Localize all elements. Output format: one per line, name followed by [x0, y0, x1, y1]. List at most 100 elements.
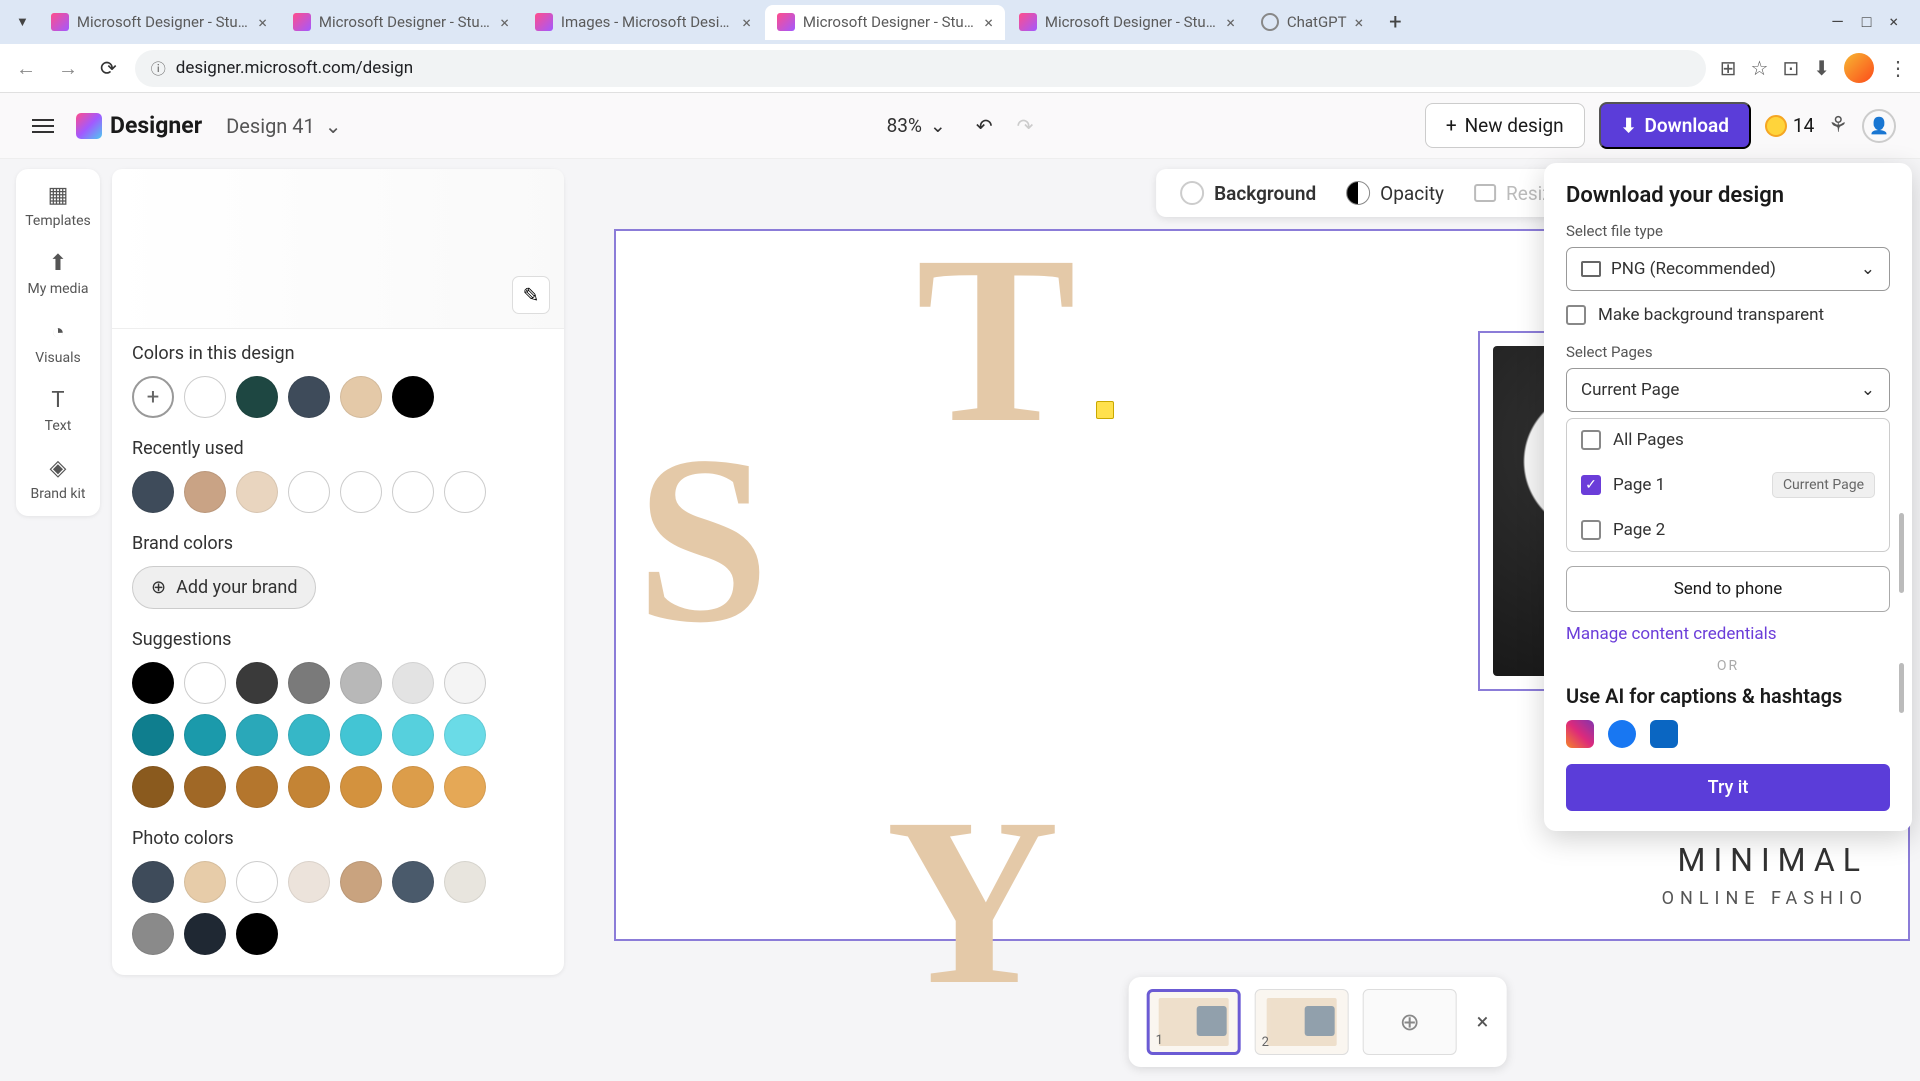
color-swatch[interactable]: [340, 662, 382, 704]
browser-tab[interactable]: Microsoft Designer - Stunning ×: [1007, 5, 1247, 40]
tab-search-dropdown[interactable]: ▼: [8, 14, 37, 30]
color-swatch[interactable]: [132, 913, 174, 955]
address-bar[interactable]: ⓘ designer.microsoft.com/design: [135, 50, 1706, 87]
zoom-dropdown[interactable]: 83% ⌄: [887, 114, 946, 137]
rail-text[interactable]: T Text: [16, 388, 100, 434]
color-swatch[interactable]: [392, 662, 434, 704]
color-swatch[interactable]: [288, 861, 330, 903]
online-fashion-text[interactable]: ONLINE FASHIO: [1662, 888, 1868, 909]
menu-icon[interactable]: ⋮: [1888, 56, 1908, 80]
browser-tab[interactable]: Images - Microsoft Designer ×: [523, 5, 763, 40]
color-swatch[interactable]: [392, 766, 434, 808]
new-design-button[interactable]: + New design: [1425, 103, 1585, 148]
rail-my-media[interactable]: ⬆ My media: [16, 251, 100, 297]
rail-templates[interactable]: ▦ Templates: [16, 183, 100, 229]
toolbar-background[interactable]: Background: [1180, 181, 1316, 205]
color-swatch[interactable]: [392, 861, 434, 903]
download-button[interactable]: ⬇ Download: [1599, 102, 1751, 149]
color-swatch[interactable]: [288, 471, 330, 513]
add-page-button[interactable]: ⊕: [1363, 989, 1457, 1055]
back-icon[interactable]: ←: [12, 52, 40, 85]
color-swatch[interactable]: [236, 714, 278, 756]
close-window-icon[interactable]: ×: [1889, 12, 1898, 32]
browser-tab[interactable]: Microsoft Designer - Stunning ×: [39, 5, 279, 40]
app-logo[interactable]: Designer: [76, 112, 202, 139]
scrollbar-thumb[interactable]: [1899, 663, 1904, 713]
letter-y[interactable]: Y: [886, 763, 1059, 1039]
color-swatch[interactable]: [392, 376, 434, 418]
tab-close-icon[interactable]: ×: [500, 13, 509, 32]
color-swatch[interactable]: [340, 376, 382, 418]
color-swatch[interactable]: [236, 766, 278, 808]
close-strip-icon[interactable]: ×: [1477, 1010, 1489, 1035]
tab-close-icon[interactable]: ×: [742, 13, 751, 32]
instagram-icon[interactable]: [1566, 720, 1594, 748]
browser-tab[interactable]: Microsoft Designer - Stunning ×: [281, 5, 521, 40]
maximize-icon[interactable]: □: [1862, 12, 1872, 32]
bookmark-icon[interactable]: ☆: [1751, 56, 1769, 80]
profile-button[interactable]: 👤: [1862, 109, 1896, 143]
reload-icon[interactable]: ⟳: [96, 52, 121, 84]
transparent-bg-checkbox-row[interactable]: Make background transparent: [1566, 305, 1890, 325]
design-name-dropdown[interactable]: Design 41 ⌄: [226, 114, 341, 138]
downloads-icon[interactable]: ⬇: [1813, 56, 1830, 80]
letter-s[interactable]: S: [636, 401, 769, 677]
new-tab-button[interactable]: +: [1377, 10, 1413, 35]
linkedin-icon[interactable]: [1650, 720, 1678, 748]
color-swatch[interactable]: [340, 471, 382, 513]
manage-credentials-link[interactable]: Manage content credentials: [1566, 624, 1890, 644]
color-swatch[interactable]: [392, 471, 434, 513]
minimal-text[interactable]: MINIMAL: [1678, 841, 1869, 879]
color-swatch[interactable]: [184, 913, 226, 955]
browser-tab[interactable]: ChatGPT ×: [1249, 5, 1375, 40]
coins-badge[interactable]: 14: [1765, 114, 1814, 137]
color-swatch[interactable]: [184, 471, 226, 513]
color-swatch[interactable]: [236, 471, 278, 513]
profile-avatar[interactable]: [1844, 53, 1874, 83]
tab-close-icon[interactable]: ×: [984, 13, 993, 32]
color-swatch[interactable]: [132, 766, 174, 808]
color-swatch[interactable]: [132, 662, 174, 704]
color-swatch[interactable]: [288, 714, 330, 756]
page-thumbnail-2[interactable]: 2: [1255, 989, 1349, 1055]
extensions-icon[interactable]: ⊡: [1782, 56, 1799, 80]
color-swatch[interactable]: [236, 861, 278, 903]
color-swatch[interactable]: [444, 714, 486, 756]
color-swatch[interactable]: [236, 376, 278, 418]
hamburger-menu[interactable]: [24, 111, 62, 141]
rail-brand-kit[interactable]: ◈ Brand kit: [16, 456, 100, 502]
color-swatch[interactable]: [132, 714, 174, 756]
color-swatch[interactable]: [184, 766, 226, 808]
tab-close-icon[interactable]: ×: [1226, 13, 1235, 32]
color-swatch[interactable]: [340, 714, 382, 756]
color-swatch[interactable]: [392, 714, 434, 756]
color-swatch[interactable]: [288, 766, 330, 808]
color-swatch[interactable]: [132, 861, 174, 903]
checkbox-unchecked[interactable]: [1581, 520, 1601, 540]
color-swatch[interactable]: [184, 861, 226, 903]
add-color-button[interactable]: +: [132, 376, 174, 418]
color-swatch[interactable]: [444, 471, 486, 513]
page-thumbnail-1[interactable]: 1: [1147, 989, 1241, 1055]
file-type-dropdown[interactable]: PNG (Recommended) ⌄: [1566, 247, 1890, 291]
color-swatch[interactable]: [340, 766, 382, 808]
letter-t[interactable]: T: [916, 201, 1076, 477]
share-icon[interactable]: ⚘: [1828, 113, 1848, 138]
eyedropper-button[interactable]: ✎: [512, 276, 550, 314]
toolbar-opacity[interactable]: Opacity: [1346, 181, 1444, 205]
color-swatch[interactable]: [236, 662, 278, 704]
try-it-button[interactable]: Try it: [1566, 764, 1890, 811]
color-swatch[interactable]: [132, 471, 174, 513]
page-option-all[interactable]: All Pages: [1567, 419, 1889, 461]
color-swatch[interactable]: [444, 861, 486, 903]
checkbox-unchecked[interactable]: [1566, 305, 1586, 325]
tab-close-icon[interactable]: ×: [258, 13, 267, 32]
add-brand-button[interactable]: ⊕ Add your brand: [132, 566, 316, 609]
select-pages-dropdown[interactable]: Current Page ⌄: [1566, 368, 1890, 412]
color-swatch[interactable]: [184, 714, 226, 756]
site-info-icon[interactable]: ⓘ: [151, 58, 166, 79]
color-swatch[interactable]: [444, 766, 486, 808]
color-swatch[interactable]: [444, 662, 486, 704]
color-swatch[interactable]: [288, 662, 330, 704]
facebook-icon[interactable]: [1608, 720, 1636, 748]
